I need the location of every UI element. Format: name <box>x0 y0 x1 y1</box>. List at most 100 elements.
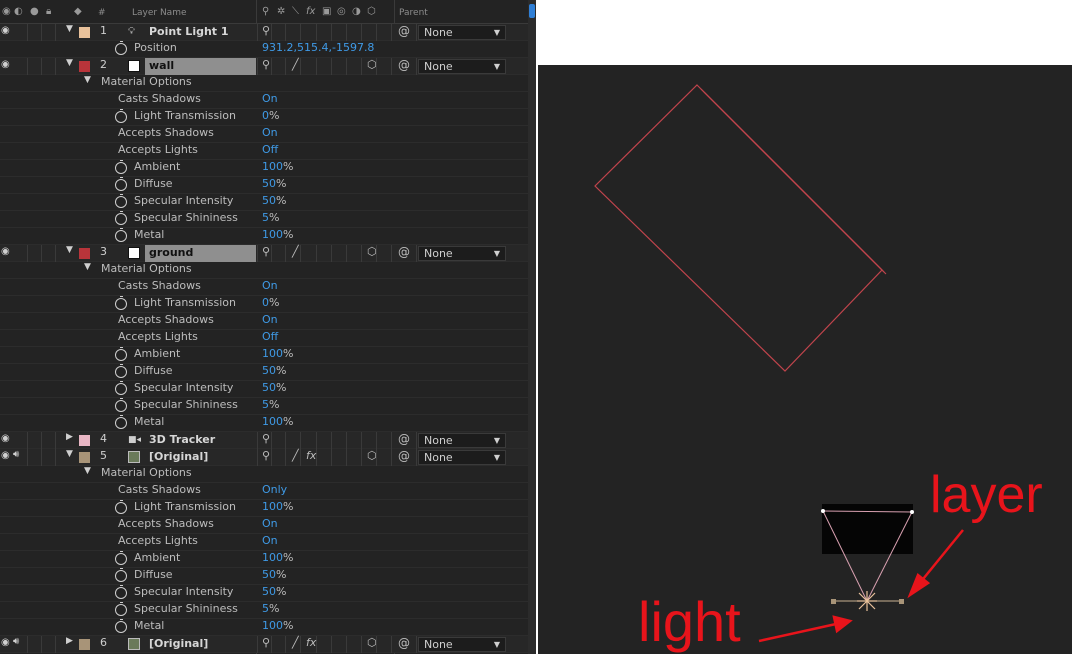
material-options-row[interactable]: ▼ Material Options <box>0 262 528 279</box>
material-property-row[interactable]: Specular Shininess 5% <box>0 211 528 228</box>
stopwatch-icon[interactable] <box>115 228 127 242</box>
stopwatch-icon[interactable] <box>115 415 127 429</box>
quality-switch-icon[interactable]: ╱ <box>292 245 299 258</box>
effects-switch-icon[interactable]: fx <box>306 636 316 649</box>
eye-column-icon[interactable]: ◉ <box>2 6 11 18</box>
material-property-row[interactable]: Diffuse 50% <box>0 364 528 381</box>
material-property-row[interactable]: Ambient 100% <box>0 160 528 177</box>
label-color-swatch[interactable] <box>79 435 90 446</box>
collapse-switch-icon[interactable]: ✲ <box>277 6 285 18</box>
material-property-row[interactable]: Light Transmission 0% <box>0 109 528 126</box>
visibility-eye-icon[interactable]: ◉ <box>1 433 10 444</box>
property-value[interactable]: 50% <box>262 364 286 377</box>
parent-dropdown[interactable]: None ▼ <box>418 637 506 652</box>
parent-dropdown[interactable]: None ▼ <box>418 450 506 465</box>
stopwatch-icon[interactable] <box>115 364 127 378</box>
twirl-open-icon[interactable]: ▼ <box>66 24 73 34</box>
layer-row[interactable]: ◉ ▼ 1 💡︎ Point Light 1 ⚲ @ None ▼ <box>0 24 528 41</box>
label-color-swatch[interactable] <box>79 452 90 463</box>
material-property-row[interactable]: Light Transmission 0% <box>0 296 528 313</box>
parent-dropdown[interactable]: None ▼ <box>418 25 506 40</box>
parent-pickwhip-icon[interactable]: @ <box>398 245 410 259</box>
composition-viewer[interactable]: layer light <box>538 65 1072 654</box>
quality-switch-icon[interactable]: ╱ <box>292 636 299 649</box>
material-property-row[interactable]: Specular Intensity 50% <box>0 381 528 398</box>
material-property-row[interactable]: Casts Shadows Only <box>0 483 528 500</box>
layer-name[interactable]: wall <box>145 58 256 75</box>
property-value[interactable]: 100% <box>262 228 293 241</box>
parent-pickwhip-icon[interactable]: @ <box>398 636 410 650</box>
3d-layer-switch-icon[interactable]: ⬡ <box>367 449 377 462</box>
stopwatch-icon[interactable] <box>115 568 127 582</box>
property-value[interactable]: On <box>262 279 278 292</box>
material-property-row[interactable]: Ambient 100% <box>0 347 528 364</box>
twirl-open-icon[interactable]: ▼ <box>66 245 73 255</box>
twirl-closed-icon[interactable]: ▶ <box>66 636 73 646</box>
property-row[interactable]: Position 931.2,515.4,-1597.8 <box>0 41 528 58</box>
twirl-open-icon[interactable]: ▼ <box>66 58 73 68</box>
material-property-row[interactable]: Diffuse 50% <box>0 568 528 585</box>
label-color-swatch[interactable] <box>79 248 90 259</box>
parent-pickwhip-icon[interactable]: @ <box>398 58 410 72</box>
shy-switch-icon[interactable]: ⚲ <box>262 58 270 71</box>
property-value[interactable]: 50% <box>262 568 286 581</box>
layer-row[interactable]: ◉ ▶ 4 ■◂3D Tracker Camera ⚲ @ None ▼ <box>0 432 528 462</box>
material-property-row[interactable]: Light Transmission 100% <box>0 500 528 517</box>
visibility-eye-icon[interactable]: ◉ <box>1 246 10 257</box>
visibility-eye-icon[interactable]: ◉ <box>1 637 10 648</box>
material-options-row[interactable]: ▼ Material Options <box>0 75 528 92</box>
quality-switch-icon[interactable]: ⟍ <box>292 6 299 18</box>
layer-name[interactable]: [Original] <box>145 449 256 466</box>
label-color-swatch[interactable] <box>79 639 90 650</box>
layer-row[interactable]: ◉ ▼ 3 ground ⚲ ╱ ⬡ @ None ▼ <box>0 245 528 262</box>
property-value[interactable]: 50% <box>262 177 286 190</box>
visibility-eye-icon[interactable]: ◉ <box>1 450 10 461</box>
stopwatch-icon[interactable] <box>115 381 127 395</box>
parent-pickwhip-icon[interactable]: @ <box>398 24 410 38</box>
property-value[interactable]: 5% <box>262 602 279 615</box>
layer-row[interactable]: ◉ 🔊︎ ▶ 6 [Original] ⚲ ╱ fx ⬡ @ None ▼ <box>0 636 528 653</box>
parent-pickwhip-icon[interactable]: @ <box>398 432 410 446</box>
property-value[interactable]: 100% <box>262 415 293 428</box>
property-value[interactable]: 50% <box>262 585 286 598</box>
material-property-row[interactable]: Accepts Shadows On <box>0 126 528 143</box>
twirl-closed-icon[interactable]: ▶ <box>66 432 73 442</box>
3d-layer-switch-icon[interactable]: ⬡ <box>367 58 377 71</box>
motion-blur-switch-icon[interactable]: ◎ <box>337 6 346 18</box>
property-value[interactable]: 50% <box>262 194 286 207</box>
property-value[interactable]: 50% <box>262 381 286 394</box>
property-value[interactable]: 100% <box>262 551 293 564</box>
parent-dropdown[interactable]: None ▼ <box>418 59 506 74</box>
material-property-row[interactable]: Accepts Lights Off <box>0 330 528 347</box>
label-column-icon[interactable]: ◆ <box>74 6 82 18</box>
property-value[interactable]: On <box>262 534 278 547</box>
stopwatch-icon[interactable] <box>115 585 127 599</box>
visibility-eye-icon[interactable]: ◉ <box>1 25 10 36</box>
3d-layer-switch-icon[interactable]: ⬡ <box>367 6 376 18</box>
material-property-row[interactable]: Metal 100% <box>0 619 528 636</box>
stopwatch-icon[interactable] <box>115 619 127 633</box>
shy-switch-icon[interactable]: ⚲ <box>262 245 270 258</box>
layer-name[interactable]: [Original] <box>145 636 256 653</box>
property-value[interactable]: 100% <box>262 500 293 513</box>
material-property-row[interactable]: Metal 100% <box>0 415 528 432</box>
stopwatch-icon[interactable] <box>115 500 127 514</box>
property-value[interactable]: On <box>262 313 278 326</box>
material-property-row[interactable]: Specular Shininess 5% <box>0 398 528 415</box>
property-value[interactable]: On <box>262 92 278 105</box>
adjustment-switch-icon[interactable]: ◑ <box>352 6 361 18</box>
audio-speaker-icon[interactable]: 🔊︎ <box>13 636 19 647</box>
stopwatch-icon[interactable] <box>115 41 127 55</box>
layer-name[interactable]: 3D Tracker Camera <box>145 432 256 462</box>
material-property-row[interactable]: Casts Shadows On <box>0 279 528 296</box>
material-property-row[interactable]: Ambient 100% <box>0 551 528 568</box>
timeline-scrollbar[interactable] <box>528 0 536 654</box>
property-value[interactable]: 100% <box>262 619 293 632</box>
property-value[interactable]: 931.2,515.4,-1597.8 <box>262 41 374 54</box>
effects-switch-icon[interactable]: fx <box>306 449 316 462</box>
audio-speaker-icon[interactable]: 🔊︎ <box>13 449 19 460</box>
stopwatch-icon[interactable] <box>115 602 127 616</box>
material-property-row[interactable]: Metal 100% <box>0 228 528 245</box>
property-value[interactable]: 5% <box>262 211 279 224</box>
material-property-row[interactable]: Accepts Shadows On <box>0 517 528 534</box>
